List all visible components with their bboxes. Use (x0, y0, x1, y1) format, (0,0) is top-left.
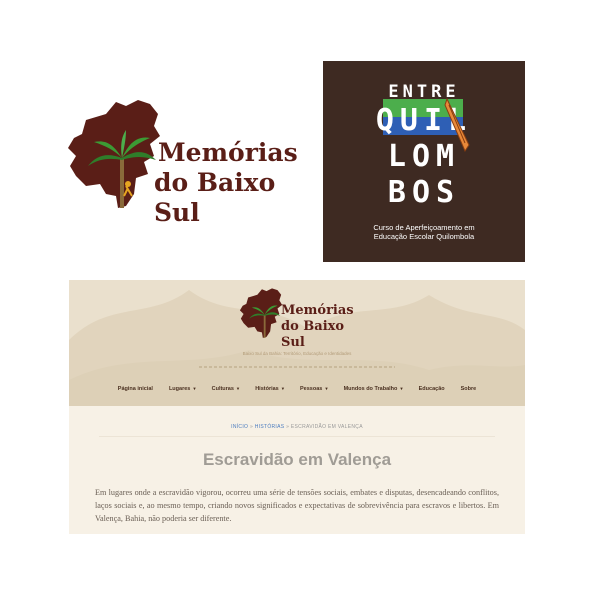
nav-item-lugares[interactable]: Lugares ▾ (169, 382, 196, 396)
nav-item-sobre[interactable]: Sobre (461, 382, 477, 396)
site-logo-text: Memórias do Baixo Sul (281, 303, 359, 351)
nav-label: Sobre (460, 386, 477, 392)
nav-item-pessoas[interactable]: Pessoas ▾ (300, 382, 328, 396)
logo-line-2: do Baixo Sul (154, 168, 276, 227)
breadcrumb-current: ESCRAVIDÃO EM VALENÇA (290, 424, 363, 430)
memorias-logo: Memórias do Baixo Sul (66, 96, 306, 227)
quilombos-row-2: LOM (387, 139, 461, 174)
breadcrumb-home-link[interactable]: INÍCIO (231, 424, 248, 430)
decorative-divider (199, 366, 395, 368)
site-map-icon (239, 288, 283, 338)
site-header: Memórias do Baixo Sul Baixo Sul da Bahia… (69, 280, 525, 406)
memorias-logo-title: Memórias do Baixo Sul (154, 138, 306, 228)
course-subtitle-2: Educação Escolar Quilombola (373, 232, 475, 241)
course-subtitle-1: Curso de Aperfeiçoamento em (373, 223, 475, 232)
chevron-down-icon: ▾ (400, 386, 403, 391)
website-screenshot: Memórias do Baixo Sul Baixo Sul da Bahia… (69, 280, 525, 534)
nav-label: Educação (418, 386, 445, 392)
site-logo-line-1: Memórias (281, 303, 354, 318)
breadcrumb-section-link[interactable]: HISTÓRIAS (255, 424, 285, 430)
quilombos-row-3: BOS (387, 175, 461, 210)
chevron-down-icon: ▾ (281, 386, 284, 391)
nav-item-educacao[interactable]: Educação (419, 382, 445, 396)
canoe-icon (444, 97, 470, 153)
breadcrumb-separator: » (286, 424, 290, 430)
baixo-sul-map-icon (68, 100, 160, 208)
nav-label: Pessoas (300, 386, 323, 392)
chevron-down-icon: ▾ (325, 386, 328, 391)
nav-label: Culturas (211, 386, 234, 392)
nav-item-culturas[interactable]: Culturas ▾ (212, 382, 240, 396)
logo-line-1: Memórias (158, 138, 298, 167)
article-body: Em lugares onde a escravidão vigorou, oc… (95, 488, 499, 523)
nav-item-pagina-inicial[interactable]: Página inicial (118, 382, 153, 396)
entre-quilombos-logo: ENTRE QUIL LOM BOS Curso de Aperfeiçoame… (323, 61, 525, 262)
nav-label: Lugares (168, 386, 191, 392)
divider (99, 436, 495, 437)
breadcrumb: INÍCIO » HISTÓRIAS » ESCRAVIDÃO EM VALEN… (69, 424, 525, 430)
chevron-down-icon: ▾ (236, 386, 240, 391)
quilombos-row-1: QUIL (375, 103, 473, 138)
nav-item-historias[interactable]: Histórias ▾ (255, 382, 284, 396)
chevron-down-icon: ▾ (193, 386, 196, 391)
nav-label: Histórias (255, 386, 279, 392)
site-tagline: Baixo Sul da Bahia: Território, Educação… (242, 351, 352, 356)
page-title: Escravidão em Valença (202, 450, 392, 469)
nav-item-mundos-do-trabalho[interactable]: Mundos do Trabalho ▾ (344, 382, 403, 396)
breadcrumb-separator: » (249, 424, 254, 430)
site-nav: Página inicial Lugares ▾ Culturas ▾ Histór… (69, 382, 525, 396)
nav-label: Página inicial (117, 386, 153, 392)
site-logo[interactable]: Memórias do Baixo Sul (239, 286, 359, 350)
site-logo-line-2: do Baixo Sul (281, 319, 345, 350)
nav-label: Mundos do Trabalho (343, 386, 398, 392)
